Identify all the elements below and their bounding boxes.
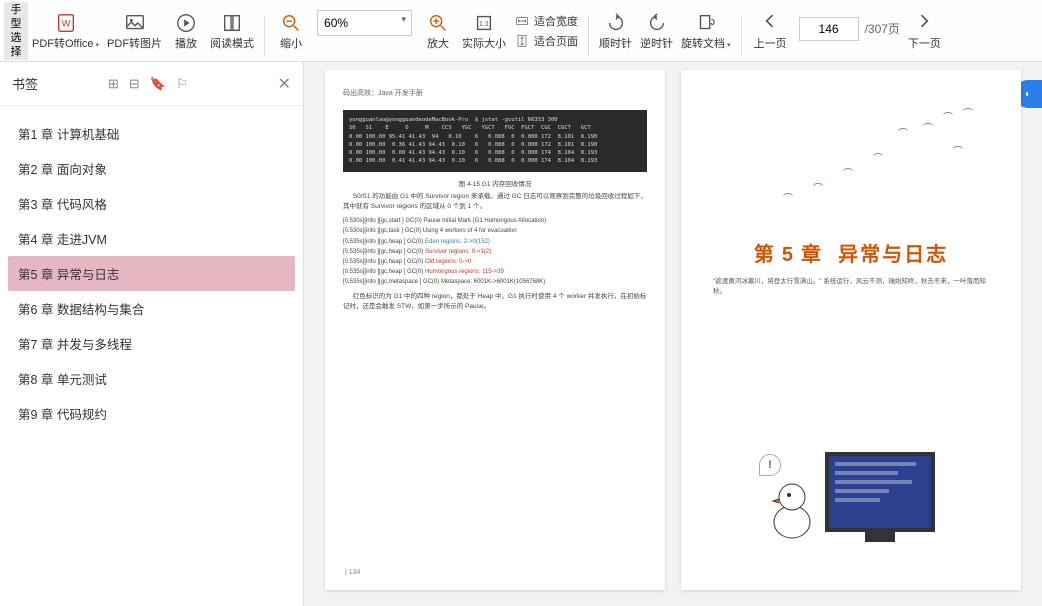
fit-group: 适合宽度 适合页面 [510, 2, 582, 60]
main-area: 书签 ⊞ ⊟ 🔖 ⚐ ✕ 第1 章 计算机基础第2 章 面向对象第3 章 代码风… [0, 62, 1042, 606]
rotate-cw-icon [605, 10, 627, 36]
zoom-input[interactable] [317, 10, 412, 36]
log-line: [0.535s][info ][gc,heap ] GC(0) Eden reg… [343, 237, 647, 247]
fit-width-button[interactable]: 适合宽度 [514, 13, 578, 29]
book-icon [221, 10, 243, 36]
log-line: [0.535s][info ][gc,metaspace ] GC(0) Met… [343, 277, 647, 287]
bookmark-item[interactable]: 第3 章 代码风格 [8, 186, 295, 221]
zoom-in-icon [427, 10, 449, 36]
rotate-ccw-icon [646, 10, 668, 36]
expand-icon[interactable]: ⊞ [108, 76, 119, 92]
chapter-title: 第5章 异常与日志 [699, 238, 1003, 267]
toolbar: 手型 选择 W PDF转Office PDF转图片 播放 阅读模式 缩小 放大 … [0, 0, 1042, 62]
label: 顺时针 [599, 38, 632, 51]
bookmark-icon[interactable]: 🔖 [150, 76, 166, 92]
bookmark-list[interactable]: 第1 章 计算机基础第2 章 面向对象第3 章 代码风格第4 章 走进JVM第5… [0, 106, 303, 606]
bookmark-item[interactable]: 第4 章 走进JVM [8, 221, 295, 256]
bookmark-sidebar: 书签 ⊞ ⊟ 🔖 ⚐ ✕ 第1 章 计算机基础第2 章 面向对象第3 章 代码风… [0, 62, 304, 606]
chapter-quote: "欲渡黄河冰塞川，将登太行雪满山。" 系统运行，风云不测，瑞始知终，秋去冬来，一… [699, 277, 1003, 298]
duck-illustration: ! [767, 472, 817, 542]
log-line: [0.535s][info ][gc,heap ] GC(0) Humongou… [343, 267, 647, 277]
paragraph: S0/S1 的功能由 G1 中的 Survivor region 来承载。通过 … [343, 192, 647, 213]
label: 缩小 [280, 38, 302, 51]
rotate-doc-icon [695, 10, 717, 36]
word-icon: W [55, 10, 77, 36]
toolbar-separator [588, 16, 589, 56]
log-line: [0.535s][info ][gc,heap ] GC(0) Old regi… [343, 257, 647, 267]
rotate-doc-button[interactable]: 旋转文档 [677, 2, 735, 60]
page-number-input[interactable] [799, 17, 859, 41]
label: 适合页面 [534, 33, 578, 49]
bookmark-flag-icon[interactable]: ⚐ [176, 76, 188, 92]
rotate-ccw-button[interactable]: 逆时针 [636, 2, 677, 60]
rotate-cw-button[interactable]: 顺时针 [595, 2, 636, 60]
svg-text:W: W [61, 18, 70, 28]
paragraph: 红色标识的为 G1 中的四种 region，都处于 Heap 中。G1 执行时使… [343, 292, 647, 313]
page-header: 码出高效：Java 开发手册 [343, 88, 647, 98]
pdf-to-image-button[interactable]: PDF转图片 [103, 2, 166, 60]
monitor-illustration [825, 452, 935, 542]
toolbar-separator [264, 16, 265, 56]
page-number: 134 [345, 569, 360, 576]
bookmark-item[interactable]: 第9 章 代码规约 [8, 396, 295, 431]
bookmark-item[interactable]: 第1 章 计算机基础 [8, 116, 295, 151]
read-mode-button[interactable]: 阅读模式 [206, 2, 258, 60]
label: PDF转图片 [107, 38, 162, 51]
document-viewer[interactable]: ◐ 码出高效：Java 开发手册 yongguanlao@yongguandeo… [304, 62, 1042, 606]
close-sidebar-button[interactable]: ✕ [278, 74, 291, 94]
pdf-to-office-button[interactable]: W PDF转Office [28, 2, 103, 60]
label: 阅读模式 [210, 38, 254, 51]
label: PDF转Office [32, 38, 99, 52]
next-page-button[interactable]: 下一页 [902, 9, 947, 53]
image-icon [124, 10, 146, 36]
bookmark-item[interactable]: 第8 章 单元测试 [8, 361, 295, 396]
label: 适合宽度 [534, 13, 578, 29]
actual-size-icon: 1:1 [473, 10, 495, 36]
prev-page-button[interactable]: 上一页 [748, 9, 793, 53]
zoom-out-button[interactable]: 缩小 [271, 2, 311, 60]
toolbar-separator [741, 16, 742, 56]
label: 播放 [175, 38, 197, 51]
code-block: yongguanlao@yongguandeodeMacBook-Pro $ j… [343, 110, 647, 172]
hand-select-tab[interactable]: 手型 选择 [4, 2, 28, 60]
page-left: 码出高效：Java 开发手册 yongguanlao@yongguandeode… [325, 70, 665, 590]
chevron-left-icon [760, 11, 780, 31]
collapse-icon[interactable]: ⊟ [129, 76, 140, 92]
bookmark-item[interactable]: 第7 章 并发与多线程 [8, 326, 295, 361]
log-lines: [0.530s][info ][gc,start ] GC(0) Pause I… [343, 216, 647, 287]
page-total-label: /307页 [865, 20, 900, 37]
label: 上一页 [754, 35, 787, 51]
bookmark-item[interactable]: 第6 章 数据结构与集合 [8, 291, 295, 326]
birds-illustration: ︵︵ ︵︵ ︵︵ ︵︵ ︵ [699, 88, 1003, 208]
figure-caption: 图 4-15 G1 内存回收情况 [343, 178, 647, 188]
label: 逆时针 [640, 38, 673, 51]
label: 放大 [427, 38, 449, 51]
label: 旋转文档 [681, 38, 731, 52]
log-line: [0.530s][info ][gc,start ] GC(0) Pause I… [343, 216, 647, 226]
log-line: [0.535s][info ][gc,heap ] GC(0) Survivor… [343, 247, 647, 257]
zoom-in-button[interactable]: 放大 [418, 2, 458, 60]
thought-bubble: ! [759, 454, 781, 476]
zoom-out-icon [280, 10, 302, 36]
svg-text:1:1: 1:1 [479, 19, 489, 28]
chevron-right-icon [914, 11, 934, 31]
fit-page-button[interactable]: 适合页面 [514, 33, 578, 49]
bookmark-item[interactable]: 第5 章 异常与日志 [8, 256, 295, 291]
chapter-illustration: ! [699, 452, 1003, 542]
actual-size-button[interactable]: 1:1 实际大小 [458, 2, 510, 60]
page-right: ︵︵ ︵︵ ︵︵ ︵︵ ︵ 第5章 异常与日志 "欲渡黄河冰塞川，将登太行雪满山… [681, 70, 1021, 590]
play-icon [175, 10, 197, 36]
label: 下一页 [908, 35, 941, 51]
sidebar-title: 书签 [12, 74, 38, 93]
label: 实际大小 [462, 38, 506, 51]
sidebar-header: 书签 ⊞ ⊟ 🔖 ⚐ ✕ [0, 62, 303, 106]
bookmark-item[interactable]: 第2 章 面向对象 [8, 151, 295, 186]
play-button[interactable]: 播放 [166, 2, 206, 60]
log-line: [0.530s][info ][gc,task ] GC(0) Using 4 … [343, 226, 647, 236]
